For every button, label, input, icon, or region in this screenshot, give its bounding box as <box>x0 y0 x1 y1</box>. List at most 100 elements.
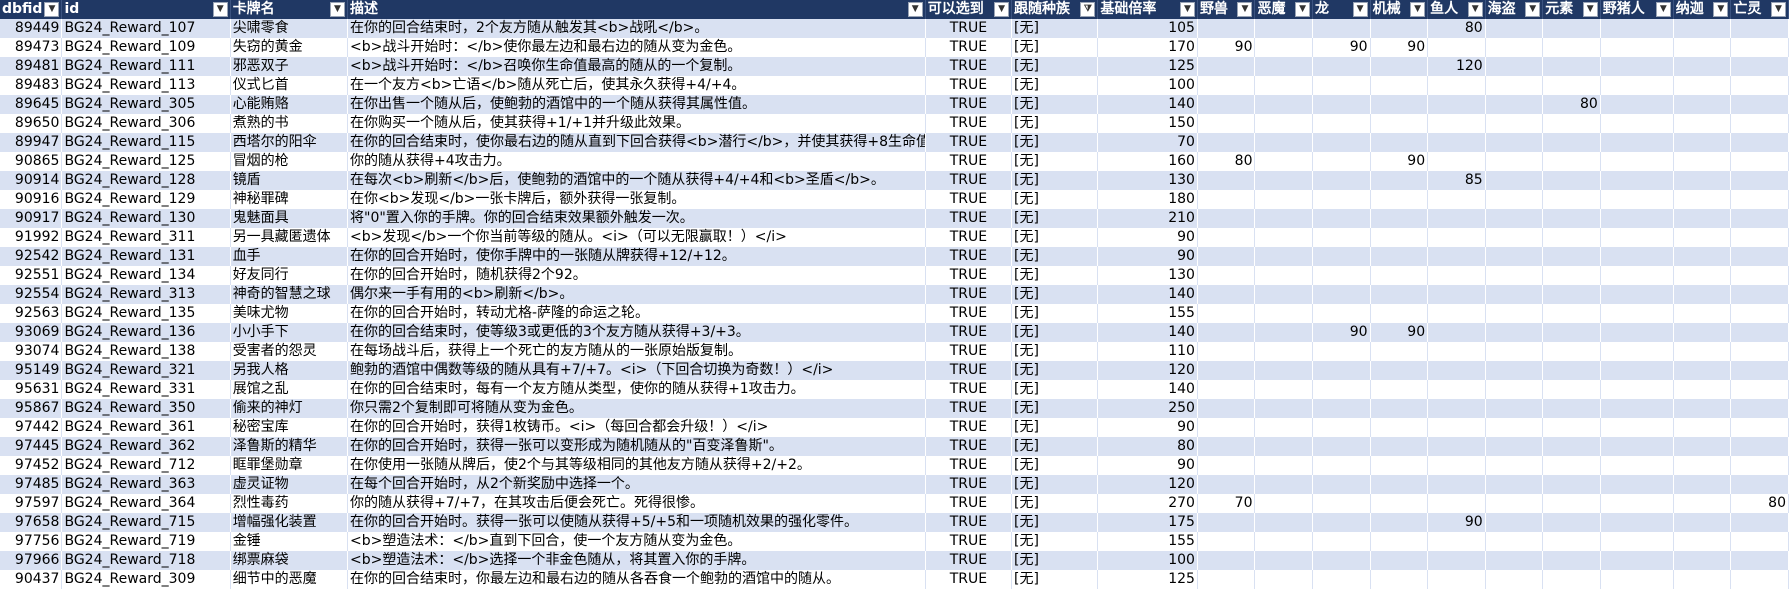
column-header-dbfid[interactable]: dbfid ▼ <box>0 0 63 19</box>
cell-murloc[interactable] <box>1427 532 1486 551</box>
cell-elemental[interactable] <box>1542 247 1601 266</box>
cell-pick[interactable]: TRUE <box>925 513 1013 532</box>
cell-dbfid[interactable]: 89473 <box>0 38 63 57</box>
cell-id[interactable]: BG24_Reward_311 <box>61 228 231 247</box>
cell-mech[interactable] <box>1370 399 1429 418</box>
cell-id[interactable]: BG24_Reward_715 <box>61 513 231 532</box>
cell-pirate[interactable] <box>1485 114 1544 133</box>
cell-demon[interactable] <box>1254 171 1314 190</box>
cell-follow[interactable]: [无] <box>1011 494 1099 513</box>
cell-dbfid[interactable]: 92542 <box>0 247 63 266</box>
cell-pirate[interactable] <box>1485 570 1544 589</box>
cell-base[interactable]: 180 <box>1097 190 1198 209</box>
cell-pick[interactable]: TRUE <box>925 494 1013 513</box>
cell-quilboar[interactable] <box>1600 76 1674 95</box>
filter-dropdown-icon[interactable]: ▼ <box>1410 2 1426 17</box>
cell-beast[interactable] <box>1197 361 1256 380</box>
cell-dbfid[interactable]: 97756 <box>0 532 63 551</box>
cell-demon[interactable] <box>1254 361 1314 380</box>
cell-undead[interactable] <box>1730 266 1789 285</box>
cell-quilboar[interactable] <box>1600 247 1674 266</box>
column-header-base[interactable]: 基础倍率 ▼ <box>1097 0 1198 19</box>
cell-follow[interactable]: [无] <box>1011 304 1099 323</box>
filter-dropdown-icon[interactable]: ▼ <box>1655 2 1671 17</box>
cell-elemental[interactable] <box>1542 190 1601 209</box>
cell-quilboar[interactable] <box>1600 418 1674 437</box>
cell-naga[interactable] <box>1673 190 1732 209</box>
cell-naga[interactable] <box>1673 133 1732 152</box>
cell-name[interactable]: 煮熟的书 <box>230 114 349 133</box>
cell-demon[interactable] <box>1254 342 1314 361</box>
cell-name[interactable]: 美味尤物 <box>230 304 349 323</box>
cell-undead[interactable] <box>1730 95 1789 114</box>
cell-elemental[interactable] <box>1542 133 1601 152</box>
filter-dropdown-icon[interactable]: ▼ <box>1525 2 1541 17</box>
cell-dragon[interactable] <box>1312 342 1371 361</box>
cell-id[interactable]: BG24_Reward_719 <box>61 532 231 551</box>
cell-murloc[interactable] <box>1427 209 1486 228</box>
cell-dbfid[interactable]: 89481 <box>0 57 63 76</box>
cell-beast[interactable] <box>1197 304 1256 323</box>
cell-dbfid[interactable]: 89483 <box>0 76 63 95</box>
cell-name[interactable]: 西塔尔的阳伞 <box>230 133 349 152</box>
column-header-demon[interactable]: 恶魔 ▼ <box>1254 0 1314 19</box>
cell-undead[interactable] <box>1730 475 1789 494</box>
cell-id[interactable]: BG24_Reward_109 <box>61 38 231 57</box>
cell-demon[interactable] <box>1254 190 1314 209</box>
cell-pick[interactable]: TRUE <box>925 266 1013 285</box>
cell-quilboar[interactable] <box>1600 171 1674 190</box>
cell-pick[interactable]: TRUE <box>925 190 1013 209</box>
cell-demon[interactable] <box>1254 437 1314 456</box>
cell-undead[interactable] <box>1730 76 1789 95</box>
cell-murloc[interactable] <box>1427 285 1486 304</box>
cell-pirate[interactable] <box>1485 456 1544 475</box>
cell-base[interactable]: 125 <box>1097 57 1198 76</box>
cell-dragon[interactable] <box>1312 513 1371 532</box>
cell-demon[interactable] <box>1254 38 1314 57</box>
cell-base[interactable]: 175 <box>1097 513 1198 532</box>
cell-murloc[interactable] <box>1427 38 1486 57</box>
cell-quilboar[interactable] <box>1600 570 1674 589</box>
cell-id[interactable]: BG24_Reward_363 <box>61 475 231 494</box>
cell-dragon[interactable] <box>1312 285 1371 304</box>
cell-murloc[interactable] <box>1427 570 1486 589</box>
filter-dropdown-icon[interactable]: ▼ <box>44 2 60 17</box>
cell-dragon[interactable] <box>1312 380 1371 399</box>
cell-murloc[interactable] <box>1427 551 1486 570</box>
cell-mech[interactable]: 90 <box>1370 152 1429 171</box>
cell-mech[interactable] <box>1370 133 1429 152</box>
cell-desc[interactable]: 在你的回合结束时，使等级3或更低的3个友方随从获得+3/+3。 <box>347 323 926 342</box>
cell-beast[interactable] <box>1197 418 1256 437</box>
cell-follow[interactable]: [无] <box>1011 361 1099 380</box>
cell-elemental[interactable] <box>1542 475 1601 494</box>
cell-elemental[interactable] <box>1542 114 1601 133</box>
cell-pirate[interactable] <box>1485 19 1544 38</box>
cell-dragon[interactable] <box>1312 152 1371 171</box>
cell-desc[interactable]: 在你出售一个随从后，使鲍勃的酒馆中的一个随从获得其属性值。 <box>347 95 926 114</box>
cell-demon[interactable] <box>1254 133 1314 152</box>
cell-id[interactable]: BG24_Reward_134 <box>61 266 231 285</box>
cell-follow[interactable]: [无] <box>1011 171 1099 190</box>
cell-name[interactable]: 秘密宝库 <box>230 418 349 437</box>
cell-mech[interactable] <box>1370 475 1429 494</box>
cell-base[interactable]: 120 <box>1097 475 1198 494</box>
cell-beast[interactable] <box>1197 513 1256 532</box>
cell-pirate[interactable] <box>1485 494 1544 513</box>
cell-pirate[interactable] <box>1485 361 1544 380</box>
cell-dbfid[interactable]: 97485 <box>0 475 63 494</box>
cell-undead[interactable] <box>1730 190 1789 209</box>
cell-naga[interactable] <box>1673 76 1732 95</box>
cell-pick[interactable]: TRUE <box>925 57 1013 76</box>
cell-murloc[interactable] <box>1427 114 1486 133</box>
cell-base[interactable]: 70 <box>1097 133 1198 152</box>
cell-id[interactable]: BG24_Reward_361 <box>61 418 231 437</box>
cell-follow[interactable]: [无] <box>1011 513 1099 532</box>
cell-murloc[interactable] <box>1427 228 1486 247</box>
cell-dbfid[interactable]: 97445 <box>0 437 63 456</box>
cell-murloc[interactable] <box>1427 304 1486 323</box>
cell-desc[interactable]: 在你的回合结束时，使你最右边的随从直到下回合获得<b>潜行</b>，并使其获得+… <box>347 133 926 152</box>
cell-dragon[interactable] <box>1312 361 1371 380</box>
cell-id[interactable]: BG24_Reward_125 <box>61 152 231 171</box>
cell-undead[interactable] <box>1730 304 1789 323</box>
cell-beast[interactable]: 90 <box>1197 38 1256 57</box>
